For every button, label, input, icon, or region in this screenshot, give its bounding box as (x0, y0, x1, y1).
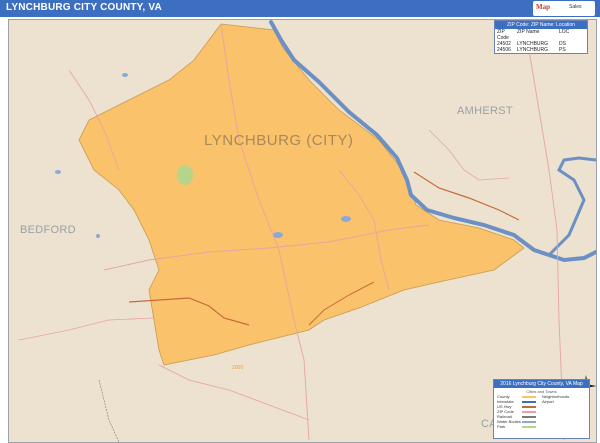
zip-header-code: ZIP Code (497, 29, 509, 41)
legend-swatch-water (522, 421, 536, 423)
zip-loc-cell: PS (559, 47, 566, 53)
legend-item-park: Park (497, 424, 506, 429)
zip-table-title: ZIP Code: ZIP Name: Location (495, 21, 587, 29)
lake-2 (273, 232, 283, 238)
map-legend: 2016 Lynchburg City County, VA Map Citie… (493, 379, 590, 439)
legend-swatch-county (522, 396, 536, 398)
legend-title: 2016 Lynchburg City County, VA Map (494, 380, 589, 388)
lake-1 (177, 165, 193, 185)
legend-swatch-roads (522, 411, 536, 413)
map-zip-label: 2000 (232, 365, 244, 371)
lake-4 (55, 170, 61, 174)
neighbor-west-label: BEDFORD (20, 224, 76, 236)
zip-code-table: ZIP Code: ZIP Name: Location ZIP Code ZI… (494, 20, 588, 54)
zip-name-cell: LYNCHBURG (517, 47, 549, 53)
lake-3 (341, 216, 351, 222)
brand-logo: Map Sales (533, 1, 595, 16)
legend-item-airport: Airport (542, 399, 554, 404)
legend-swatch-us-hwy (522, 406, 536, 408)
logo-subtext: Sales (569, 4, 582, 10)
legend-swatch-park (522, 426, 536, 428)
lake-6 (122, 73, 128, 77)
title-bar: LYNCHBURG CITY COUNTY, VA Map Sales (0, 0, 600, 17)
lake-5 (96, 234, 100, 238)
zip-header-loc: LOC (559, 29, 570, 35)
legend-swatch-interstate (522, 401, 536, 403)
map-page: LYNCHBURG CITY COUNTY, VA Map Sales LYNC… (0, 0, 600, 443)
legend-swatch-railroad (522, 416, 536, 418)
zip-header-name: ZIP Name (517, 29, 540, 35)
map-title: LYNCHBURG CITY COUNTY, VA (6, 2, 162, 13)
logo-text: Map (536, 3, 550, 11)
table-row: 24506 LYNCHBURG PS (495, 47, 587, 53)
zip-table-header-row: ZIP Code ZIP Name LOC (495, 29, 587, 41)
neighbor-northeast-label: AMHERST (457, 105, 513, 117)
county-label: LYNCHBURG (CITY) (204, 132, 354, 149)
zip-code-cell: 24506 (497, 47, 511, 53)
